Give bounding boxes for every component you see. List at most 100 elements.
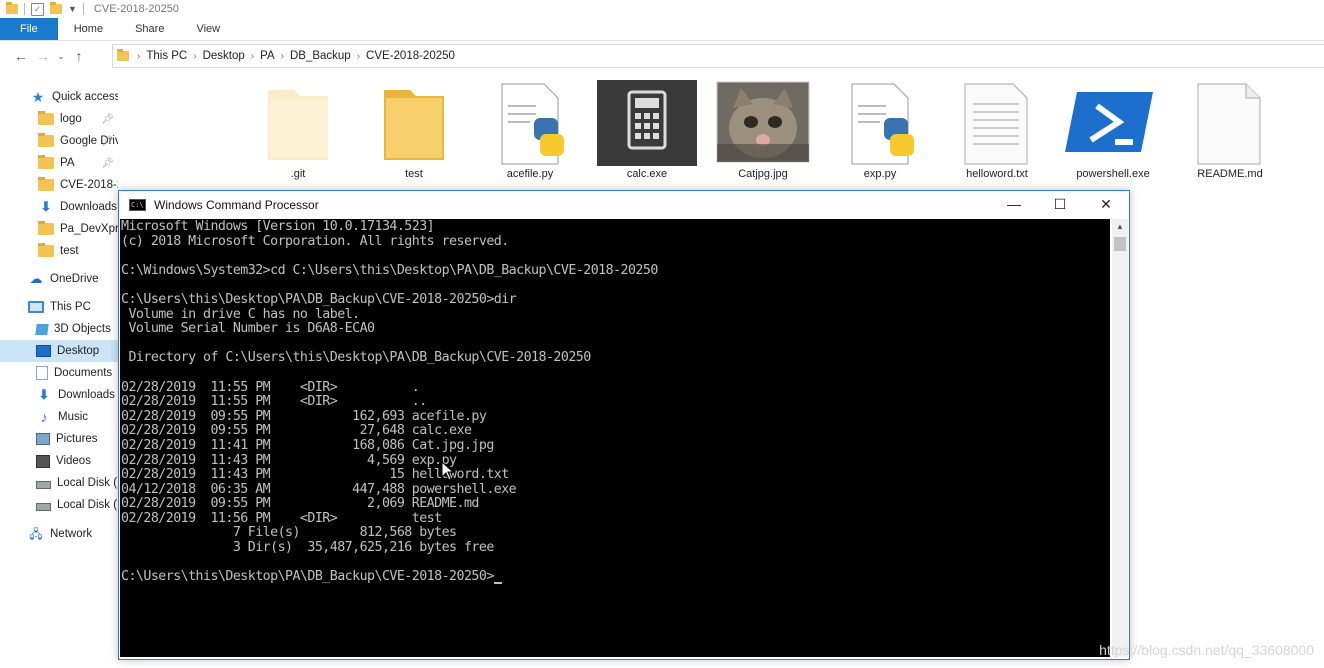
window-title: CVE-2018-20250	[93, 3, 179, 15]
properties-icon[interactable]: ✓	[31, 2, 44, 16]
chevron-down-icon[interactable]: ▼	[68, 4, 77, 14]
mouse-pointer-icon	[441, 461, 455, 481]
divider	[82, 3, 84, 15]
nav-network[interactable]: 🖧︎ Network	[0, 523, 118, 545]
breadcrumb-separator: ›	[137, 50, 141, 62]
address-bar[interactable]: › This PC › Desktop › PA › DB_Backup › C…	[112, 44, 1324, 68]
nav-label: This PC	[50, 301, 91, 313]
maximize-button[interactable]: ☐	[1037, 191, 1083, 218]
nav-item-music[interactable]: ♪ Music	[0, 406, 118, 428]
quick-access-toolbar: ✓ ▼	[0, 2, 84, 16]
divider	[24, 3, 25, 15]
breadcrumb-desktop[interactable]: Desktop	[199, 50, 249, 62]
python-file-icon	[851, 83, 914, 165]
back-arrow-icon[interactable]: ←	[10, 48, 32, 64]
nav-item-local-disk-c[interactable]: Local Disk (	[0, 472, 118, 494]
calculator-icon	[627, 90, 667, 150]
nav-item-downloads[interactable]: ⬇ Downloads	[0, 196, 118, 218]
nav-label: Local Disk (	[57, 477, 118, 489]
breadcrumb-cve[interactable]: CVE-2018-20250	[362, 50, 459, 62]
nav-item-downloads-pc[interactable]: ⬇ Downloads	[0, 384, 118, 406]
scroll-up-icon[interactable]: ▲	[1112, 219, 1128, 235]
python-file-icon	[501, 83, 564, 165]
breadcrumb-pa[interactable]: PA	[256, 50, 279, 62]
tab-share[interactable]: Share	[119, 18, 180, 40]
cat-photo-thumbnail	[716, 81, 810, 163]
nav-quick-access[interactable]: ★ Quick access	[0, 86, 118, 108]
pin-icon: 📌︎	[101, 113, 114, 125]
up-arrow-icon[interactable]: ↑	[68, 48, 90, 64]
console-icon: C:\	[129, 198, 146, 211]
download-arrow-icon: ⬇	[40, 199, 52, 214]
breadcrumb-db-backup[interactable]: DB_Backup	[286, 50, 355, 62]
breadcrumb-separator[interactable]: ›	[279, 51, 286, 62]
file-label: test	[405, 168, 423, 180]
nav-item-pictures[interactable]: Pictures	[0, 428, 118, 450]
nav-item-google-drive[interactable]: Google Drive 📌︎	[0, 130, 118, 152]
scrollbar-thumb[interactable]	[1114, 237, 1126, 251]
nav-item-test[interactable]: test	[0, 240, 118, 262]
picture-icon	[36, 433, 50, 445]
file-label: calc.exe	[626, 168, 668, 180]
breadcrumb-this-pc[interactable]: This PC	[142, 50, 191, 62]
folder-icon	[38, 221, 54, 235]
file-readme-md[interactable]: README.md	[1180, 78, 1280, 184]
file-label: acefile.py	[506, 168, 554, 180]
breadcrumb-separator[interactable]: ›	[355, 51, 362, 62]
folder-icon	[384, 90, 444, 160]
text-file-icon	[964, 83, 1028, 165]
minimize-button[interactable]: —	[991, 191, 1037, 218]
breadcrumb-separator[interactable]: ›	[191, 51, 198, 62]
folder-icon	[38, 177, 54, 191]
nav-item-logo[interactable]: logo 📌︎	[0, 108, 118, 130]
nav-item-pa-devxpress[interactable]: Pa_DevXpre	[0, 218, 118, 240]
nav-label: Desktop	[57, 345, 100, 357]
disk-drive-icon	[36, 503, 51, 511]
nav-item-desktop[interactable]: Desktop	[0, 340, 118, 362]
nav-label: Local Disk (	[57, 499, 118, 511]
file-icon	[1197, 83, 1261, 165]
video-icon	[36, 454, 50, 468]
document-icon	[36, 366, 48, 380]
console-output[interactable]: Microsoft Windows [Version 10.0.17134.52…	[120, 219, 1110, 657]
nav-item-local-disk-d[interactable]: Local Disk (	[0, 494, 118, 516]
file-exp-py[interactable]: exp.py	[830, 78, 930, 184]
command-prompt-window[interactable]: C:\ Windows Command Processor — ☐ ✕ Micr…	[118, 190, 1130, 660]
nav-onedrive[interactable]: ☁ OneDrive	[0, 268, 118, 290]
tab-view[interactable]: View	[180, 18, 236, 40]
folder-icon	[38, 155, 54, 169]
tab-home[interactable]: Home	[58, 18, 119, 40]
nav-label: Pa_DevXpre	[60, 223, 118, 235]
file-calc-exe[interactable]: calc.exe	[597, 78, 697, 184]
forward-arrow-icon[interactable]: →	[32, 48, 54, 64]
nav-item-videos[interactable]: Videos	[0, 450, 118, 472]
desktop-icon	[36, 345, 51, 357]
tab-file[interactable]: File	[0, 18, 58, 40]
nav-this-pc[interactable]: This PC	[0, 296, 118, 318]
file-test[interactable]: test	[364, 78, 464, 184]
folder-icon	[38, 243, 54, 257]
close-button[interactable]: ✕	[1083, 191, 1129, 218]
pin-icon: 📌︎	[101, 135, 114, 147]
window-controls: — ☐ ✕	[991, 191, 1129, 218]
breadcrumb-separator[interactable]: ›	[249, 51, 256, 62]
vertical-scrollbar[interactable]: ▲	[1112, 219, 1128, 657]
recent-chevron-icon[interactable]: ⌄	[54, 51, 68, 62]
nav-label: 3D Objects	[54, 323, 111, 335]
nav-item-cve[interactable]: CVE-2018-20250	[0, 174, 118, 196]
nav-label: OneDrive	[50, 273, 99, 285]
cloud-icon: ☁	[29, 271, 43, 286]
cmd-titlebar[interactable]: C:\ Windows Command Processor — ☐ ✕	[119, 191, 1129, 218]
file-powershell-exe[interactable]: powershell.exe	[1063, 78, 1163, 184]
nav-label: Videos	[56, 455, 91, 467]
nav-label: test	[60, 245, 79, 257]
file-cat-jpg[interactable]: Catjpg.jpg	[713, 78, 813, 184]
nav-item-pa[interactable]: PA 📌︎	[0, 152, 118, 174]
nav-item-documents[interactable]: Documents	[0, 362, 118, 384]
file-acefile-py[interactable]: acefile.py	[480, 78, 580, 184]
new-folder-icon[interactable]	[50, 2, 62, 14]
file-helloword-txt[interactable]: helloword.txt	[947, 78, 1047, 184]
nav-item-3d-objects[interactable]: 3D Objects	[0, 318, 118, 340]
file-git[interactable]: .git	[248, 78, 348, 184]
star-icon: ★	[31, 89, 45, 105]
